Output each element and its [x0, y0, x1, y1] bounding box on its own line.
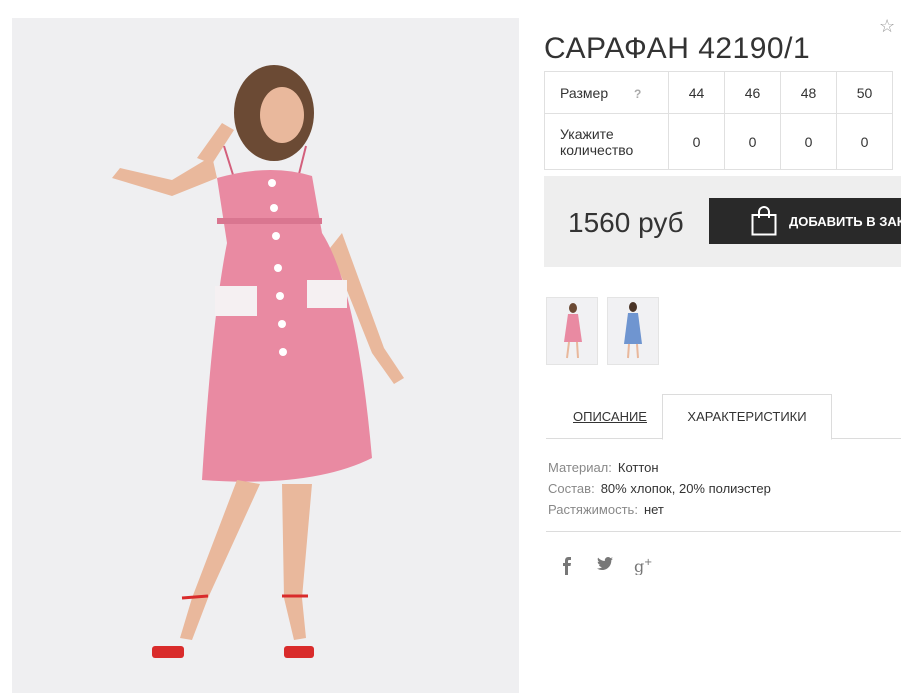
spec-value: 80% хлопок, 20% полиэстер	[600, 481, 771, 496]
thumbnail-pink-dress[interactable]	[546, 297, 598, 365]
quantity-label-cell: Укажите количество	[544, 113, 669, 170]
svg-text:g: g	[634, 557, 644, 575]
size-label: Размер	[560, 84, 609, 101]
shopping-bag-icon	[751, 206, 777, 236]
quantity-field[interactable]: 0	[836, 113, 893, 170]
svg-text:+: +	[644, 557, 652, 568]
quantity-field[interactable]: 0	[780, 113, 837, 170]
price-bar: 1560 руб ДОБАВИТЬ В ЗАКАЗ	[544, 176, 901, 267]
spec-row: Материал: Коттон	[548, 457, 771, 478]
size-option: 50	[836, 71, 893, 114]
main-product-photo[interactable]	[12, 18, 519, 693]
google-plus-icon[interactable]: g +	[634, 557, 654, 580]
size-option: 46	[724, 71, 781, 114]
size-option: 48	[780, 71, 837, 114]
product-price: 1560 руб	[568, 207, 684, 238]
spec-key: Растяжимость:	[548, 502, 638, 517]
quantity-field[interactable]: 0	[668, 113, 725, 170]
star-outline-icon[interactable]: ☆	[879, 16, 895, 37]
quantity-field[interactable]: 0	[724, 113, 781, 170]
thumbnail-blue-dress[interactable]	[607, 297, 659, 365]
product-title: САРАФАН 42190/1	[544, 32, 811, 66]
tab-characteristics[interactable]: ХАРАКТЕРИСТИКИ	[662, 394, 832, 440]
divider	[546, 531, 901, 532]
size-quantity-table: Размер ? 44 46 48 50 Укажите количество …	[544, 71, 893, 170]
spec-value: нет	[643, 502, 664, 517]
question-icon[interactable]: ?	[634, 87, 641, 101]
size-option: 44	[668, 71, 725, 114]
spec-key: Материал:	[548, 460, 612, 475]
spec-row: Растяжимость: нет	[548, 499, 771, 520]
facebook-icon[interactable]	[561, 557, 573, 580]
spec-value: Коттон	[617, 460, 659, 475]
characteristics-list: Материал: Коттон Состав: 80% хлопок, 20% п…	[548, 457, 771, 520]
twitter-icon[interactable]	[597, 557, 613, 576]
add-to-order-button[interactable]: ДОБАВИТЬ В ЗАКАЗ	[709, 198, 901, 244]
add-to-order-label: ДОБАВИТЬ В ЗАКАЗ	[789, 213, 901, 229]
quantity-label: Укажите количество	[560, 125, 634, 158]
tab-description[interactable]: ОПИСАНИЕ	[573, 409, 647, 424]
spec-row: Состав: 80% хлопок, 20% полиэстер	[548, 478, 771, 499]
spec-key: Состав:	[548, 481, 595, 496]
size-label-cell: Размер ?	[544, 71, 669, 114]
